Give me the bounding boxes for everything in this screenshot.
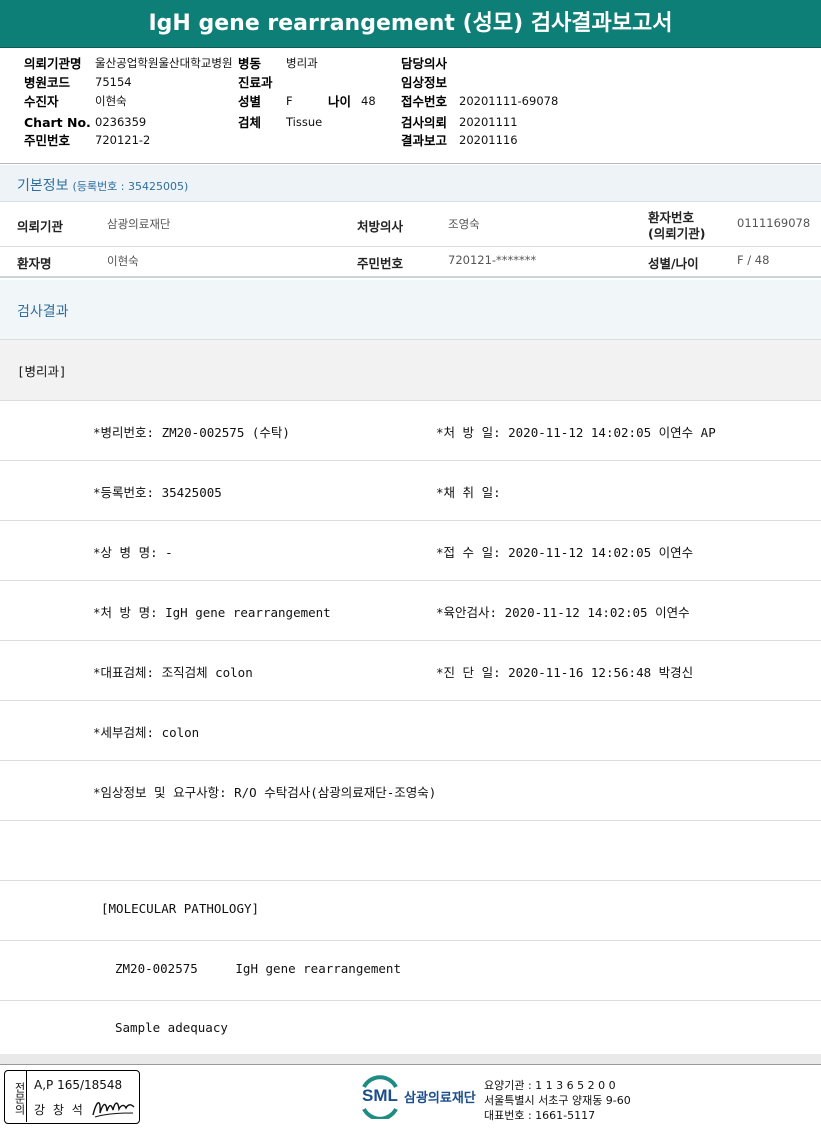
stamp-side-label: 전문의	[5, 1071, 27, 1122]
info-name-value: 이현숙	[107, 254, 139, 268]
info-org-label: 의뢰기관	[17, 219, 64, 234]
molecular-line-row: ZM20-002575 IgH gene rearrangement	[0, 941, 821, 1001]
stamp-line-1: A,P 165/18548	[34, 1078, 123, 1092]
result-line-5: *대표검체: 조직검체 colon *진 단 일: 2020-11-16 12:…	[0, 641, 821, 701]
id-no-value: 720121-2	[95, 133, 151, 147]
footer-address: 서울특별시 서초구 양재동 9-60	[484, 1094, 631, 1107]
result-left: *처 방 명: IgH gene rearrangement	[93, 605, 331, 620]
info-id-value: 720121-*******	[448, 253, 537, 267]
info-sex-age-value: F / 48	[737, 253, 770, 267]
header-row-2: 병원코드 75154 진료과 임상정보	[0, 73, 821, 92]
results-band: 검사결과	[0, 280, 821, 340]
receipt-no-value: 20201111-69078	[459, 94, 559, 108]
sample-line: Sample adequacy	[115, 1020, 228, 1035]
request-org-label: 의뢰기관명	[24, 56, 82, 71]
request-date-label: 검사의뢰	[401, 115, 448, 130]
molecular-line: ZM20-002575 IgH gene rearrangement	[115, 961, 401, 976]
info-org-value: 삼광의료재단	[107, 217, 171, 231]
basic-info-title-text: 기본정보	[17, 178, 69, 194]
result-left: *등록번호: 35425005	[93, 485, 222, 500]
age-label: 나이	[328, 94, 352, 109]
basic-info-reg-no: (등록번호 : 35425005)	[72, 180, 189, 193]
footer-phone: 대표번호 : 1661-5117	[484, 1109, 596, 1122]
result-left: *상 병 명: -	[93, 545, 173, 560]
info-patient-no-label-2: (의뢰기관)	[648, 226, 706, 241]
info-name-label: 환자명	[17, 256, 52, 271]
results-title: 검사결과	[17, 304, 69, 320]
molecular-title-row: [MOLECULAR PATHOLOGY]	[0, 881, 821, 941]
result-line-3: *상 병 명: - *접 수 일: 2020-11-12 14:02:05 이연…	[0, 521, 821, 581]
info-doctor-label: 처방의사	[357, 219, 404, 234]
header-row-4: Chart No. 0236359 검체 Tissue 검사의뢰 2020111…	[0, 113, 821, 132]
hospital-code-label: 병원코드	[24, 75, 71, 90]
result-right: *접 수 일: 2020-11-12 14:02:05 이연수	[436, 545, 694, 560]
report-title: IgH gene rearrangement (성모) 검사결과보고서	[0, 0, 821, 48]
result-left: *병리번호: ZM20-002575 (수탁)	[93, 425, 290, 440]
dept-label: 진료과	[238, 75, 273, 90]
id-no-label: 주민번호	[24, 133, 71, 148]
basic-info-band: 기본정보 (등록번호 : 35425005)	[0, 165, 821, 202]
report-footer: 전문의 A,P 165/18548 강 창 석 SML 삼광의료재단 요양기관 …	[0, 1064, 821, 1134]
specimen-value: Tissue	[286, 115, 323, 129]
ward-value: 병리과	[286, 56, 318, 70]
sex-value: F	[286, 94, 293, 108]
result-right: *채 취 일:	[436, 485, 501, 500]
chart-no-label: Chart No.	[24, 115, 91, 130]
basic-info-title: 기본정보 (등록번호 : 35425005)	[17, 175, 188, 195]
stamp-line-2: 강 창 석	[34, 1103, 85, 1117]
age-value: 48	[361, 94, 376, 108]
patient-value: 이현숙	[95, 94, 127, 108]
results-dept-row: [병리과]	[0, 340, 821, 401]
report-date-value: 20201116	[459, 133, 518, 147]
result-left: *세부검체: colon	[93, 725, 200, 740]
hospital-code-value: 75154	[95, 75, 132, 89]
chart-no-value: 0236359	[95, 115, 147, 129]
footer-separator	[0, 1054, 821, 1064]
patient-label: 수진자	[24, 94, 59, 109]
specialist-stamp: 전문의 A,P 165/18548 강 창 석	[4, 1070, 140, 1124]
specimen-label: 검체	[238, 115, 262, 130]
ward-label: 병동	[238, 56, 262, 71]
sml-logo-text: SML	[362, 1086, 398, 1105]
result-line-7: *임상정보 및 요구사항: R/O 수탁검사(삼광의료재단-조영숙)	[0, 761, 821, 821]
sml-org-name: 삼광의료재단	[404, 1091, 476, 1106]
info-patient-no-value: 0111169078	[737, 216, 811, 230]
receipt-no-label: 접수번호	[401, 94, 448, 109]
result-right: *육안검사: 2020-11-12 14:02:05 이연수	[436, 605, 690, 620]
request-date-value: 20201111	[459, 115, 518, 129]
result-line-4: *처 방 명: IgH gene rearrangement *육안검사: 20…	[0, 581, 821, 641]
doctor-label: 담당의사	[401, 56, 448, 71]
sample-line-row: Sample adequacy	[0, 1001, 821, 1054]
sex-label: 성별	[238, 94, 262, 109]
result-line-1: *병리번호: ZM20-002575 (수탁) *처 방 일: 2020-11-…	[0, 401, 821, 461]
result-blank-line	[0, 821, 821, 881]
result-left: *대표검체: 조직검체 colon	[93, 665, 253, 680]
header-row-3: 수진자 이현숙 성별 F 나이 48 접수번호 20201111-69078	[0, 92, 821, 111]
result-right: *처 방 일: 2020-11-12 14:02:05 이연수 AP	[436, 425, 716, 440]
molecular-title: [MOLECULAR PATHOLOGY]	[101, 901, 260, 916]
result-line-6: *세부검체: colon	[0, 701, 821, 761]
basic-info-row-1: 의뢰기관 삼광의료재단 처방의사 조영숙 환자번호 (의뢰기관) 0111169…	[0, 202, 821, 247]
report-header: 의뢰기관명 울산공업학원울산대학교병원 병동 병리과 담당의사 병원코드 751…	[0, 48, 821, 164]
info-sex-age-label: 성별/나이	[648, 256, 699, 271]
report-date-label: 결과보고	[401, 133, 448, 148]
header-row-1: 의뢰기관명 울산공업학원울산대학교병원 병동 병리과 담당의사	[0, 54, 821, 73]
request-org-value: 울산공업학원울산대학교병원	[95, 56, 233, 70]
clinical-info-label: 임상정보	[401, 75, 448, 90]
footer-code: 요양기관 : 1 1 3 6 5 2 0 0	[484, 1079, 616, 1092]
result-left: *임상정보 및 요구사항: R/O 수탁검사(삼광의료재단-조영숙)	[93, 785, 437, 800]
header-row-5: 주민번호 720121-2 결과보고 20201116	[0, 131, 821, 150]
basic-info-row-2: 환자명 이현숙 주민번호 720121-******* 성별/나이 F / 48	[0, 247, 821, 278]
result-line-2: *등록번호: 35425005 *채 취 일:	[0, 461, 821, 521]
signature-icon	[92, 1102, 135, 1118]
results-dept: [병리과]	[17, 364, 67, 379]
result-right: *진 단 일: 2020-11-16 12:56:48 박경신	[436, 665, 694, 680]
info-doctor-value: 조영숙	[448, 217, 480, 231]
info-id-label: 주민번호	[357, 256, 404, 271]
